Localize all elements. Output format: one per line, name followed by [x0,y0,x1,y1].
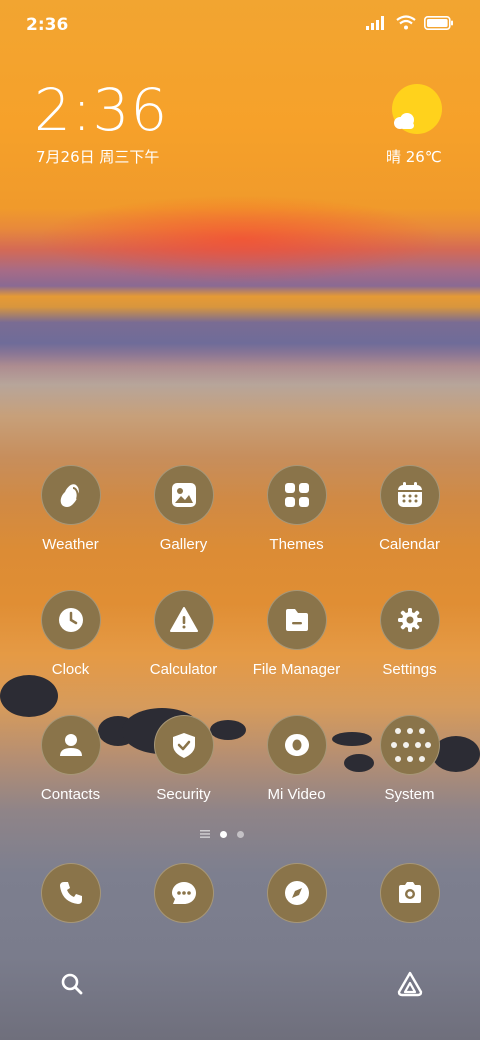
app-weather[interactable]: Weather [14,465,127,553]
app-clock[interactable]: Clock [14,590,127,678]
status-bar: 2:36 [0,0,480,48]
video-icon [266,715,327,775]
app-mi-video[interactable]: Mi Video [240,715,353,803]
app-security[interactable]: Security [127,715,240,803]
browser-icon [266,863,327,923]
menu-lines-icon [200,830,210,838]
folder-system[interactable]: System [353,715,466,803]
calendar-icon [379,465,440,525]
dock-phone[interactable] [14,863,127,923]
status-icons [366,15,454,30]
app-label: Calculator [149,661,218,678]
clock-widget-time[interactable]: 2:36 [34,76,168,144]
app-label: Settings [382,661,437,678]
search-icon[interactable] [60,972,84,996]
camera-icon [379,863,440,923]
app-label: Mi Video [267,786,326,803]
wifi-icon [396,15,416,30]
folder-icon [266,590,327,650]
dock-browser[interactable] [240,863,353,923]
app-label: System [384,786,435,803]
app-themes[interactable]: Themes [240,465,353,553]
messages-icon [153,863,214,923]
app-settings[interactable]: Settings [353,590,466,678]
page-dot-active[interactable] [220,830,227,838]
search-bar[interactable] [40,958,440,1010]
dock-messages[interactable] [127,863,240,923]
cloud-icon [394,113,414,129]
weather-text: 晴 26℃ [386,148,442,166]
status-time: 2:36 [26,15,69,35]
assistant-icon[interactable] [396,970,424,998]
contacts-icon [40,715,101,775]
gallery-icon [153,465,214,525]
app-calculator[interactable]: Calculator [127,590,240,678]
folder-grid-icon [379,715,440,775]
calculator-icon [153,590,214,650]
app-label: Themes [269,536,324,553]
rock [0,675,58,717]
clock-widget-date: 7月26日 周三下午 [36,148,160,166]
page-indicator[interactable] [200,830,244,838]
signal-icon [366,15,384,30]
dock-camera[interactable] [353,863,466,923]
app-label: Gallery [159,536,208,553]
app-contacts[interactable]: Contacts [14,715,127,803]
app-label: Security [156,786,211,803]
weather-icon [40,465,101,525]
app-label: Clock [51,661,90,678]
app-calendar[interactable]: Calendar [353,465,466,553]
app-label: Calendar [379,536,440,553]
app-label: Weather [42,536,99,553]
app-label: File Manager [252,661,341,678]
gear-icon [379,590,440,650]
themes-icon [266,465,327,525]
page-dot[interactable] [237,830,244,838]
clock-icon [40,590,101,650]
battery-icon [424,15,453,30]
app-gallery[interactable]: Gallery [127,465,240,553]
app-file-manager[interactable]: File Manager [240,590,353,678]
shield-icon [153,715,214,775]
app-label: Contacts [40,786,101,803]
phone-icon [40,863,101,923]
